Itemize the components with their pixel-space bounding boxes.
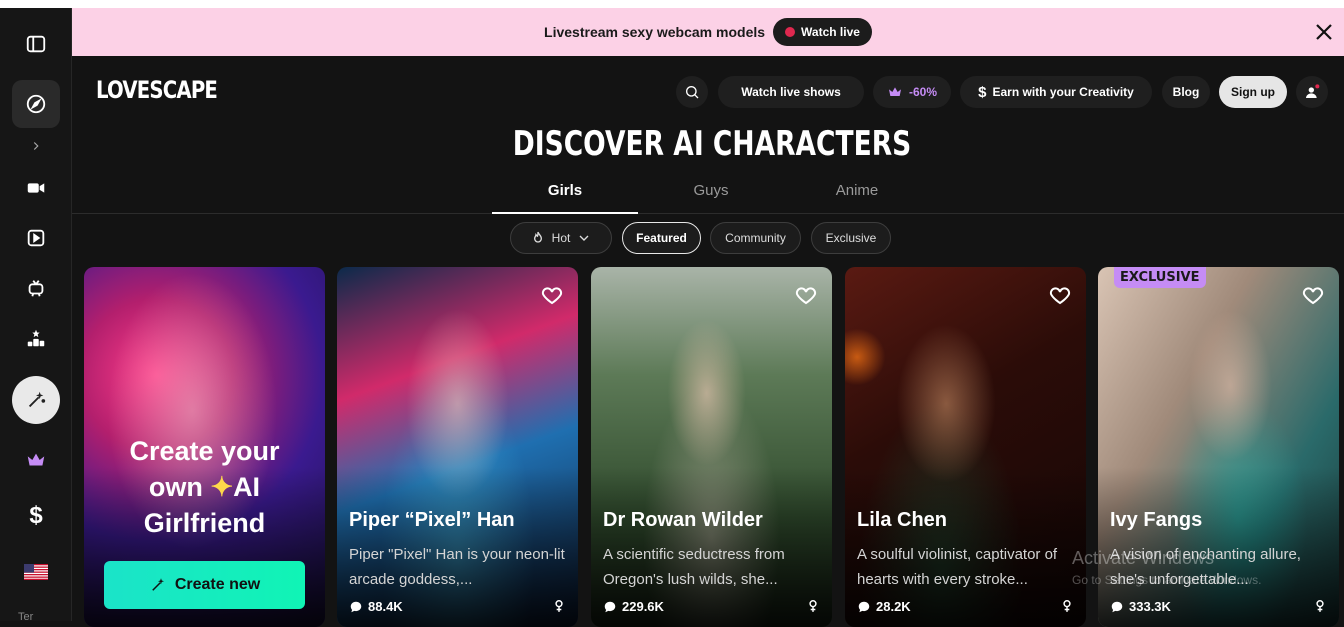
- watch-live-shows-label: Watch live shows: [741, 85, 841, 99]
- message-count: 229.6K: [603, 599, 664, 614]
- exclusive-badge: EXCLUSIVE: [1114, 267, 1206, 288]
- live-dot-icon: [785, 27, 796, 37]
- message-count: 28.2K: [857, 599, 911, 614]
- chip-featured[interactable]: Featured: [622, 222, 701, 254]
- character-description: Piper "Pixel" Han is your neon-lit arcad…: [349, 546, 565, 588]
- os-watermark-title: Activate Windows: [1072, 548, 1215, 568]
- tab-guys[interactable]: Guys: [638, 182, 784, 199]
- user-icon: [1306, 84, 1320, 98]
- crown-icon: [888, 87, 901, 96]
- category-tabs: Girls Guys Anime: [72, 170, 1344, 214]
- chat-bubble-icon: [858, 601, 870, 612]
- page-title: DISCOVER AI CHARACTERS: [512, 124, 912, 164]
- watch-live-button[interactable]: Watch live: [773, 18, 872, 46]
- earn-button[interactable]: $ Earn with your Creativity: [960, 76, 1152, 108]
- character-name: Lila Chen: [857, 509, 948, 531]
- banner-text: Livestream sexy webcam models: [544, 24, 766, 40]
- character-card[interactable]: Piper “Pixel” Han Piper "Pixel" Han is y…: [337, 267, 578, 627]
- create-card-title: Create your own ✦AI Girlfriend: [129, 436, 280, 538]
- sidebar-item-rankings[interactable]: [12, 314, 60, 362]
- promo-banner: Livestream sexy webcam models Watch live: [72, 8, 1344, 56]
- active-tab-indicator: [492, 212, 638, 214]
- crown-icon: [27, 453, 45, 466]
- watch-live-shows-button[interactable]: Watch live shows: [718, 76, 864, 108]
- character-name: Ivy Fangs: [1110, 509, 1203, 531]
- heart-icon[interactable]: [1301, 283, 1325, 307]
- premium-discount-button[interactable]: -60%: [873, 76, 951, 108]
- heart-icon[interactable]: [540, 283, 564, 307]
- window-top-edge: [0, 0, 1344, 8]
- character-description: A scientific seductress from Oregon's lu…: [603, 546, 785, 588]
- character-name: Dr Rowan Wilder: [603, 509, 763, 531]
- sidebar-footer-text: Ter: [18, 611, 34, 623]
- character-card[interactable]: Lila Chen A soulful violinist, captivato…: [845, 267, 1086, 627]
- logo[interactable]: LOVESCAPE: [96, 76, 218, 104]
- close-icon[interactable]: [1312, 20, 1336, 44]
- message-count: 88.4K: [349, 599, 403, 614]
- header: LOVESCAPE Watch live shows -60% $ Earn w…: [72, 56, 1344, 128]
- us-flag-icon: [24, 564, 48, 580]
- heart-icon[interactable]: [1048, 283, 1072, 307]
- search-button[interactable]: [676, 76, 708, 108]
- chip-community[interactable]: Community: [710, 222, 801, 254]
- sidebar-item-tv[interactable]: [12, 264, 60, 312]
- dollar-icon: $: [29, 502, 43, 529]
- blog-label: Blog: [1172, 85, 1200, 99]
- female-icon: [809, 600, 817, 612]
- sidebar-item-premium[interactable]: [12, 436, 60, 484]
- character-name: Piper “Pixel” Han: [349, 509, 515, 531]
- chip-exclusive[interactable]: Exclusive: [811, 222, 891, 254]
- message-count: 333.3K: [1110, 599, 1171, 614]
- create-new-label: Create new: [174, 576, 261, 593]
- sign-up-label: Sign up: [1231, 85, 1275, 99]
- sign-up-button[interactable]: Sign up: [1219, 76, 1287, 108]
- chat-bubble-icon: [350, 601, 362, 612]
- discount-label: -60%: [908, 85, 937, 99]
- tv-icon: [28, 280, 44, 297]
- blog-link[interactable]: Blog: [1162, 76, 1210, 108]
- podium-star-icon: [27, 329, 45, 347]
- compass-icon: [26, 94, 46, 114]
- os-watermark-subtitle: Go to Settings to activate Windows.: [1072, 573, 1262, 587]
- search-icon: [686, 86, 699, 99]
- chat-bubble-icon: [1111, 601, 1123, 612]
- tab-anime[interactable]: Anime: [784, 182, 930, 199]
- chevron-down-icon: [579, 235, 589, 241]
- sidebar-expand-chevron-icon[interactable]: [12, 134, 60, 158]
- character-card[interactable]: Dr Rowan Wilder A scientific seductress …: [591, 267, 832, 627]
- sidebar-item-live-cams[interactable]: [12, 164, 60, 212]
- sort-label: Hot: [551, 231, 571, 245]
- dollar-icon: $: [978, 83, 987, 101]
- heart-icon[interactable]: [794, 283, 818, 307]
- sidebar-item-language[interactable]: [12, 548, 60, 596]
- magic-wand-icon: [152, 578, 164, 591]
- filter-chips: Hot Featured Community Exclusive: [0, 222, 1344, 256]
- sidebar-item-create[interactable]: [12, 376, 60, 424]
- tab-girls[interactable]: Girls: [492, 182, 638, 199]
- female-icon: [1063, 600, 1071, 612]
- create-character-card[interactable]: Create your own ✦AI Girlfriend Create ne…: [84, 267, 325, 627]
- sort-dropdown[interactable]: Hot: [510, 222, 612, 254]
- sidebar-item-discover[interactable]: [12, 80, 60, 128]
- sidebar-toggle-icon[interactable]: [12, 20, 60, 68]
- female-icon: [1316, 600, 1324, 612]
- sidebar-item-earn[interactable]: $: [12, 492, 60, 540]
- earn-label: Earn with your Creativity: [992, 85, 1134, 99]
- account-button[interactable]: [1296, 76, 1328, 108]
- sidebar: $ Ter: [0, 8, 72, 623]
- create-new-button[interactable]: Create new: [104, 561, 305, 609]
- female-icon: [555, 600, 563, 612]
- flame-icon: [533, 231, 542, 243]
- sparkle-icon: ✦: [210, 472, 234, 502]
- chat-bubble-icon: [604, 601, 616, 612]
- video-camera-icon: [27, 183, 45, 193]
- watch-live-label: Watch live: [801, 25, 860, 39]
- character-description: A soulful violinist, captivator of heart…: [857, 546, 1058, 588]
- magic-wand-icon: [28, 391, 46, 408]
